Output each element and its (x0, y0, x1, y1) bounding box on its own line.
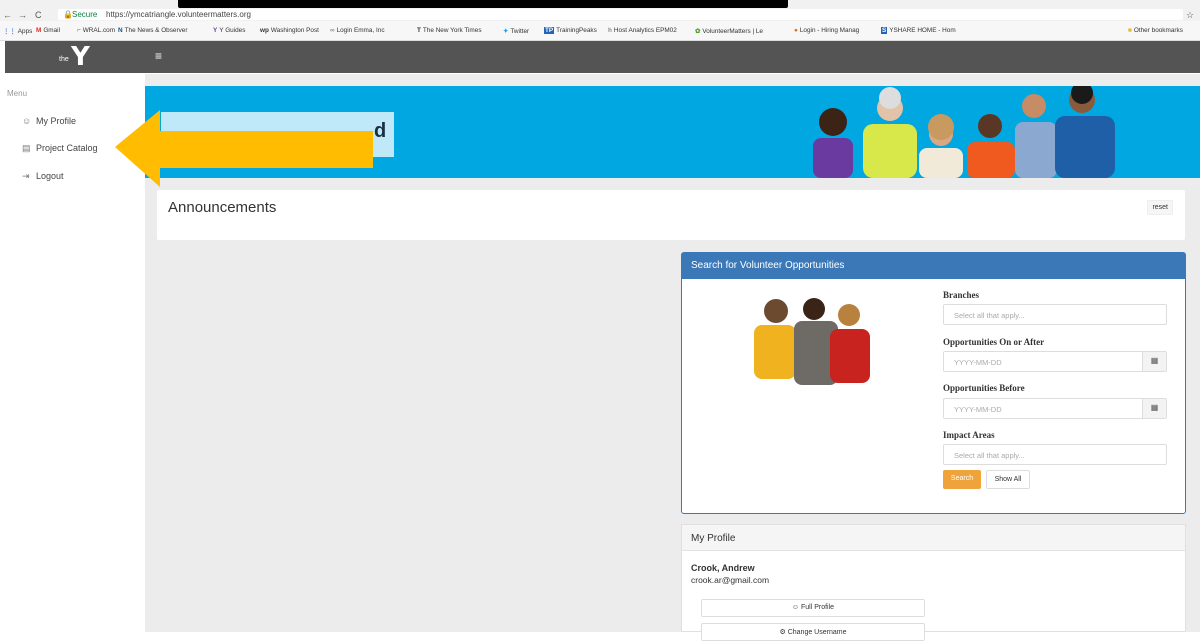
volunteer-group-photo (813, 86, 1115, 178)
smiley-icon: ☺ (22, 116, 32, 126)
show-all-button[interactable]: Show All (986, 470, 1030, 489)
bookmark-hiring[interactable]: ● Login - Hiring Manag (794, 27, 859, 34)
folder-icon: ■ (1128, 27, 1132, 34)
calendar-icon[interactable]: ▦ (1142, 352, 1166, 371)
branches-select[interactable]: Select all that apply... (943, 304, 1167, 325)
bookmark-washington-post[interactable]: wp Washington Post (260, 27, 319, 34)
profile-email: crook.ar@gmail.com (691, 575, 770, 585)
bookmark-yshare[interactable]: S YSHARE HOME - Hom (881, 27, 956, 34)
volunteers-photo (754, 298, 870, 385)
bookmark-other[interactable]: ■ Other bookmarks (1128, 27, 1183, 34)
address-bar[interactable]: 🔒 Secure https://ymcatriangle.volunteerm… (58, 9, 1183, 20)
announcements-card: Announcements reset (157, 190, 1185, 240)
sidebar: Menu ☺ My Profile ▤ Project Catalog ⇥ Logou… (0, 74, 145, 632)
bookmark-news-observer[interactable]: N The News & Observer (118, 27, 188, 34)
nyt-icon: T (417, 27, 421, 34)
bookmark-trainingpeaks[interactable]: TP TrainingPeaks (544, 27, 597, 34)
bookmark-gmail[interactable]: M Gmail (36, 27, 60, 34)
bookmark-apps[interactable]: ⋮⋮ Apps (3, 27, 32, 35)
gmail-icon: M (36, 27, 42, 34)
secure-label: Secure (72, 10, 98, 19)
yshare-icon: S (881, 27, 888, 34)
sidebar-item-my-profile[interactable]: ☺ My Profile (22, 116, 76, 126)
hiring-icon: ● (794, 27, 798, 34)
emma-icon: ∞ (330, 27, 335, 34)
trainingpeaks-icon: TP (544, 27, 555, 34)
profile-name: Crook, Andrew (691, 563, 755, 573)
url-text[interactable]: https://ymcatriangle.volunteermatters.or… (106, 10, 251, 19)
hamburger-menu-icon[interactable]: ≡ (155, 49, 162, 63)
main-content: d Announcements reset Search for Volunte… (145, 74, 1200, 641)
on-after-label: Opportunities On or After (943, 337, 1045, 347)
change-username-button[interactable]: ⚙ Change Username (701, 623, 925, 641)
logout-icon: ⇥ (22, 171, 30, 181)
bookmark-host-analytics[interactable]: h Host Analytics EPM02 (608, 27, 677, 34)
sidebar-item-logout[interactable]: ⇥ Logout (22, 171, 64, 182)
hero-title: d (374, 120, 387, 142)
hero-banner: d (145, 86, 1200, 178)
bookmark-volunteermatters[interactable]: ✿ VolunteerMatters | Le (695, 27, 763, 35)
profile-card-title: My Profile (682, 525, 1185, 551)
announcements-title: Announcements (168, 199, 277, 216)
host-analytics-icon: h (608, 27, 612, 34)
impact-areas-label: Impact Areas (943, 430, 995, 440)
sidebar-item-project-catalog[interactable]: ▤ Project Catalog (22, 143, 98, 154)
ymca-icon: Y (213, 27, 218, 34)
on-after-date-input[interactable]: YYYY-MM-DD ▦ (943, 351, 1167, 372)
bookmark-wral[interactable]: ⌐ WRAL.com (77, 27, 115, 34)
washington-post-icon: wp (260, 27, 269, 34)
browser-address-row: ← → C 🔒 Secure https://ymcatriangle.volu… (0, 9, 1200, 21)
star-icon[interactable]: ☆ (1186, 10, 1194, 21)
news-observer-icon: N (118, 27, 123, 34)
apps-icon: ⋮⋮ (3, 28, 16, 35)
bookmark-emma[interactable]: ∞ Login Emma, Inc (330, 27, 385, 34)
full-profile-button[interactable]: ☺ Full Profile (701, 599, 925, 617)
forward-icon[interactable]: → (18, 10, 27, 20)
search-button[interactable]: Search (943, 470, 981, 489)
bookmarks-bar: ⋮⋮ Apps M Gmail ⌐ WRAL.com N The News & Obse… (0, 21, 1200, 41)
reload-icon[interactable]: C (35, 10, 42, 20)
volunteer-search-panel: Search for Volunteer Opportunities Branc… (681, 252, 1186, 514)
volunteermatters-icon: ✿ (695, 28, 701, 35)
bookmark-y-guides[interactable]: YY Guides (213, 27, 245, 34)
search-panel-title: Search for Volunteer Opportunities (682, 253, 1185, 279)
hero-title-box: d (161, 112, 394, 157)
bookmark-nyt[interactable]: T The New York Times (417, 27, 482, 34)
slide-title-overlay (178, 0, 788, 8)
bookmark-twitter[interactable]: ✦ Twitter (503, 27, 529, 35)
catalog-icon: ▤ (22, 143, 31, 153)
twitter-icon: ✦ (503, 28, 509, 35)
before-label: Opportunities Before (943, 383, 1025, 393)
ymca-logo[interactable]: the Y (57, 42, 97, 72)
wral-icon: ⌐ (77, 27, 81, 34)
branches-label: Branches (943, 290, 979, 300)
calendar-icon[interactable]: ▦ (1142, 399, 1166, 418)
impact-areas-select[interactable]: Select all that apply... (943, 444, 1167, 465)
menu-heading: Menu (7, 89, 28, 98)
before-date-input[interactable]: YYYY-MM-DD ▦ (943, 398, 1167, 419)
app-header: the Y ≡ (5, 41, 1200, 73)
reset-button[interactable]: reset (1147, 200, 1173, 215)
my-profile-card: My Profile Crook, Andrew crook.ar@gmail.… (681, 524, 1186, 641)
back-icon[interactable]: ← (3, 10, 12, 20)
